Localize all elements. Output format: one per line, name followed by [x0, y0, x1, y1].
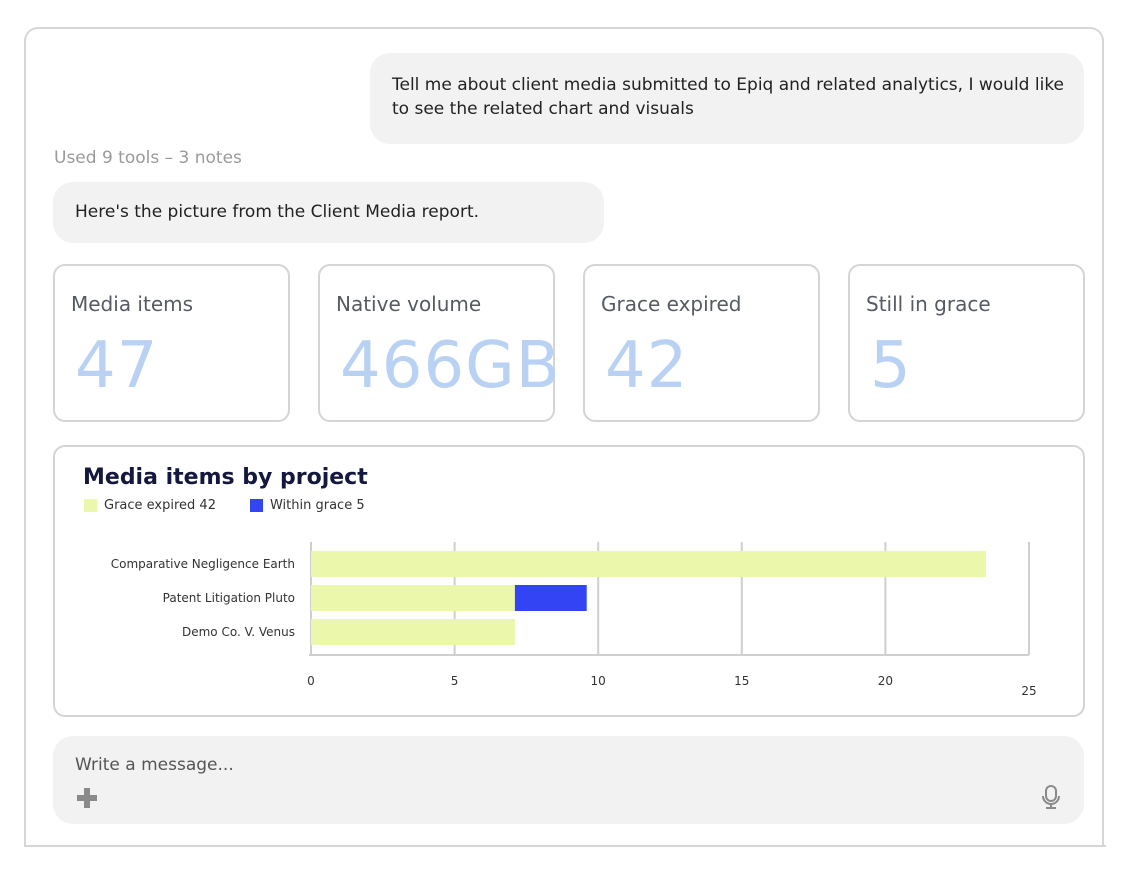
message-composer — [53, 736, 1084, 824]
assistant-message-text: Here's the picture from the Client Media… — [75, 202, 480, 222]
stat-value: 466GB — [340, 329, 561, 403]
bar-within-grace — [514, 585, 587, 611]
stat-label: Still in grace — [866, 292, 991, 316]
x-tick-label: 25 — [1021, 684, 1036, 698]
stat-card-native-volume: Native volume 466GB — [318, 264, 560, 422]
category-label: Patent Litigation Pluto — [163, 591, 295, 605]
x-tick-label: 5 — [451, 674, 459, 688]
x-tick-label: 0 — [307, 674, 315, 688]
stat-label: Native volume — [336, 292, 482, 316]
x-tick-label: 15 — [734, 674, 749, 688]
chart-card: Media items by project Grace expired 42 … — [53, 445, 1085, 717]
stat-card-grace-expired: Grace expired 42 — [583, 264, 820, 422]
category-label: Comparative Negligence Earth — [111, 557, 295, 571]
category-label: Demo Co. V. Venus — [182, 625, 295, 639]
stat-label: Grace expired — [601, 292, 742, 316]
x-tick-label: 20 — [878, 674, 893, 688]
message-input[interactable] — [75, 752, 975, 778]
stat-value: 42 — [605, 329, 689, 403]
user-message-bubble: Tell me about client media submitted to … — [370, 53, 1084, 144]
stat-card-still-in-grace: Still in grace 5 — [848, 264, 1085, 422]
assistant-message-bubble: Here's the picture from the Client Media… — [53, 182, 604, 243]
user-message-text: Tell me about client media submitted to … — [392, 75, 1065, 119]
plus-icon[interactable] — [76, 787, 98, 809]
microphone-icon[interactable] — [1041, 784, 1061, 810]
stat-value: 47 — [75, 329, 159, 403]
stat-card-media-items: Media items 47 — [53, 264, 290, 422]
tools-summary[interactable]: Used 9 tools – 3 notes — [54, 148, 242, 168]
x-tick-label: 10 — [591, 674, 606, 688]
bar-grace-expired — [311, 585, 515, 611]
bar-grace-expired — [311, 619, 515, 645]
frame-divider — [24, 845, 1106, 847]
bar-grace-expired — [311, 551, 986, 577]
stat-value: 5 — [870, 329, 912, 403]
stat-label: Media items — [71, 292, 194, 316]
bar-chart: 0 5 10 15 20 25 Comparative Negligence Earth Pa… — [111, 542, 1037, 698]
